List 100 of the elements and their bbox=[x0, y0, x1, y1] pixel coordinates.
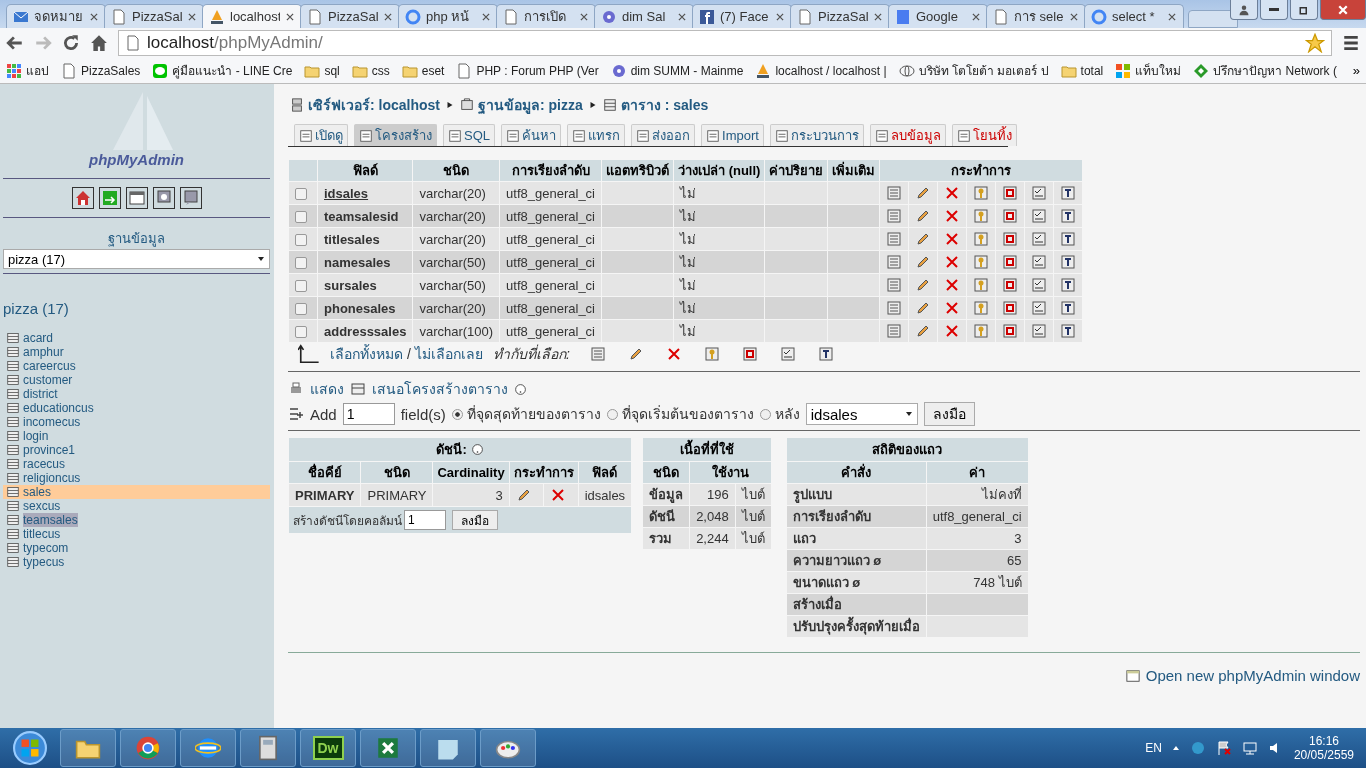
close-icon[interactable] bbox=[481, 11, 491, 22]
radio-button[interactable] bbox=[606, 408, 618, 420]
fulltext-button[interactable] bbox=[1060, 254, 1077, 271]
table-list-item[interactable]: sexcus bbox=[3, 499, 270, 513]
table-link[interactable]: incomecus bbox=[23, 415, 81, 429]
unique-button[interactable] bbox=[1002, 254, 1019, 271]
back-button[interactable] bbox=[6, 34, 24, 52]
minimize-button[interactable] bbox=[1260, 0, 1288, 20]
close-icon[interactable] bbox=[579, 11, 589, 22]
index-button[interactable] bbox=[1031, 185, 1048, 202]
table-list-item[interactable]: religioncus bbox=[3, 471, 270, 485]
table-list-item[interactable]: login bbox=[3, 429, 270, 443]
close-icon[interactable] bbox=[285, 11, 295, 22]
radio-button[interactable] bbox=[451, 408, 463, 420]
close-icon[interactable] bbox=[187, 11, 197, 22]
index-button[interactable] bbox=[1031, 323, 1048, 340]
home-button[interactable] bbox=[90, 34, 108, 52]
tab[interactable]: โยนทิ้ง bbox=[951, 124, 1017, 146]
pencil-button[interactable] bbox=[627, 346, 644, 362]
fulltext-button[interactable] bbox=[1060, 208, 1077, 225]
table-list-item[interactable]: acard bbox=[3, 331, 270, 345]
index-button[interactable] bbox=[1031, 300, 1048, 317]
tab[interactable]: กระบวนการ bbox=[769, 124, 864, 146]
table-link[interactable]: amphur bbox=[23, 345, 64, 359]
row-checkbox[interactable] bbox=[295, 257, 307, 270]
browser-tab[interactable]: (7) Face bbox=[692, 4, 792, 28]
table-list-item[interactable]: titlecus bbox=[3, 527, 270, 541]
table-list-item[interactable]: incomecus bbox=[3, 415, 270, 429]
after-field-select[interactable]: idsales bbox=[805, 403, 918, 425]
database-link[interactable]: pizza (17) bbox=[3, 300, 270, 317]
fulltext-button[interactable] bbox=[1060, 277, 1077, 294]
close-icon[interactable] bbox=[971, 11, 981, 22]
browser-tab[interactable]: php หน้ bbox=[398, 4, 498, 28]
table-link[interactable]: login bbox=[23, 429, 49, 443]
taskbar-app-button[interactable]: Dw bbox=[300, 729, 356, 767]
browser-tab[interactable]: จดหมาย bbox=[6, 4, 106, 28]
tab[interactable]: ค้นหา bbox=[501, 124, 561, 146]
tab[interactable]: ลบข้อมูล bbox=[869, 124, 946, 146]
taskbar-app-button[interactable] bbox=[480, 729, 536, 767]
table-list-item[interactable]: district bbox=[3, 387, 270, 401]
table-list-item[interactable]: province1 bbox=[3, 443, 270, 457]
table-link[interactable]: district bbox=[23, 387, 58, 401]
tab[interactable]: ส่งออก bbox=[631, 124, 695, 146]
table-list-item[interactable]: typecom bbox=[3, 541, 270, 555]
go-button[interactable]: ลงมือ bbox=[452, 510, 498, 530]
taskbar-app-button[interactable] bbox=[60, 729, 116, 767]
browser-tab[interactable]: การเปิด bbox=[496, 4, 596, 28]
browser-tab[interactable]: PizzaSal bbox=[790, 4, 890, 28]
more-bookmarks-button[interactable]: » bbox=[1352, 63, 1360, 78]
table-list-item[interactable]: careercus bbox=[3, 359, 270, 373]
table-link[interactable]: careercus bbox=[23, 359, 76, 373]
database-select[interactable]: pizza (17) bbox=[3, 249, 270, 269]
table-link[interactable]: sexcus bbox=[23, 499, 61, 513]
breadcrumb-link[interactable]: เซิร์ฟเวอร์: localhost bbox=[290, 94, 440, 116]
star-icon[interactable] bbox=[1305, 33, 1325, 53]
taskbar-app-button[interactable] bbox=[360, 729, 416, 767]
close-icon[interactable] bbox=[1167, 11, 1177, 22]
field-count-input[interactable]: 1 bbox=[342, 403, 395, 425]
column-count-input[interactable]: 1 bbox=[404, 510, 446, 530]
table-list-item[interactable]: customer bbox=[3, 373, 270, 387]
bookmark[interactable]: คู่มือแนะนำ - LINE Cre bbox=[152, 61, 293, 80]
row-checkbox[interactable] bbox=[295, 280, 307, 293]
close-icon[interactable] bbox=[677, 11, 687, 22]
close-icon[interactable] bbox=[873, 11, 883, 22]
breadcrumb-link[interactable]: ฐานข้อมูล: pizza bbox=[460, 94, 583, 116]
fulltext-button[interactable] bbox=[1060, 323, 1077, 340]
table-link[interactable]: acard bbox=[23, 331, 54, 345]
home-button[interactable] bbox=[71, 187, 94, 209]
index-button[interactable] bbox=[1031, 277, 1048, 294]
row-checkbox[interactable] bbox=[295, 234, 307, 247]
tab[interactable]: SQL bbox=[443, 124, 495, 146]
unique-button[interactable] bbox=[741, 346, 758, 362]
table-list-item[interactable]: typecus bbox=[3, 555, 270, 569]
bookmark[interactable]: แท็บใหม่ bbox=[1115, 61, 1182, 80]
index-button[interactable] bbox=[1031, 254, 1048, 271]
table-link[interactable]: religioncus bbox=[23, 471, 81, 485]
bookmark[interactable]: sql bbox=[304, 62, 340, 79]
fulltext-button[interactable] bbox=[1060, 185, 1077, 202]
browser-tab[interactable]: PizzaSal bbox=[104, 4, 204, 28]
taskbar-app-button[interactable] bbox=[180, 729, 236, 767]
close-icon[interactable] bbox=[89, 11, 99, 22]
taskbar-app-button[interactable] bbox=[420, 729, 476, 767]
fulltext-button[interactable] bbox=[1060, 300, 1077, 317]
index-button[interactable] bbox=[1031, 231, 1048, 248]
flag-icon[interactable] bbox=[1215, 740, 1232, 756]
exit-button[interactable] bbox=[98, 187, 121, 209]
tab[interactable]: เปิดดู bbox=[294, 124, 348, 146]
unique-button[interactable] bbox=[1002, 277, 1019, 294]
browser-tab[interactable]: dim Sal bbox=[594, 4, 694, 28]
help-button[interactable] bbox=[152, 187, 175, 209]
pencil-button[interactable] bbox=[515, 487, 532, 504]
fulltext-button[interactable] bbox=[1060, 231, 1077, 248]
browser-tab[interactable]: PizzaSal bbox=[300, 4, 400, 28]
table-list-item[interactable]: amphur bbox=[3, 345, 270, 359]
taskbar-app-button[interactable] bbox=[240, 729, 296, 767]
bookmark[interactable]: localhost / localhost | bbox=[755, 62, 887, 79]
breadcrumb-link[interactable]: ตาราง : sales bbox=[602, 94, 709, 116]
row-checkbox[interactable] bbox=[295, 188, 307, 201]
bookmark[interactable]: แอป bbox=[6, 61, 49, 80]
bookmark[interactable]: total bbox=[1060, 62, 1104, 79]
